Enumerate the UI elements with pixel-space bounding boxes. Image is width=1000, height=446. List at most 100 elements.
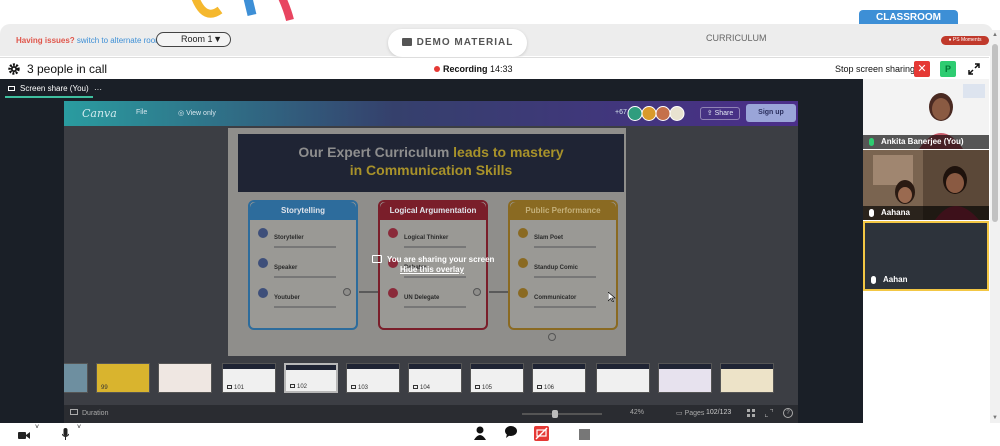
page-scrollbar[interactable]: ▲ ▼	[990, 30, 1000, 423]
issues-notice: Having issues? switch to alternate room	[16, 36, 162, 45]
participant-tile[interactable]: Aahana	[863, 150, 989, 220]
canva-toolbar: Canva File ◎ View only +67 ⇪ Share Sign …	[64, 101, 798, 126]
switch-room-link[interactable]: switch to alternate room	[77, 36, 162, 45]
end-call-square-icon[interactable]	[579, 429, 590, 440]
slide-thumbnail[interactable]: 106	[532, 363, 586, 393]
connector-node	[548, 333, 556, 341]
screen-share-icon	[372, 255, 382, 263]
recording-dot-icon	[434, 66, 440, 72]
stop-screen-share-icon[interactable]	[534, 426, 549, 441]
mic-icon	[869, 138, 874, 146]
slide-thumbnail-selected[interactable]: 102	[284, 363, 338, 393]
scroll-down-arrow-icon[interactable]: ▼	[992, 415, 998, 421]
duration-button[interactable]: Duration	[70, 409, 108, 417]
slide-thumbnail[interactable]	[658, 363, 712, 393]
duration-icon	[70, 409, 78, 415]
scroll-up-arrow-icon[interactable]: ▲	[992, 32, 998, 38]
participant-tile-active-speaker[interactable]: Aahan	[863, 221, 989, 291]
list-item: Speaker	[258, 256, 350, 280]
recording-status: Recording 14:33	[434, 64, 513, 74]
screen-off-icon	[535, 427, 548, 440]
list-item: Slam Poet	[518, 226, 610, 250]
demo-material-button[interactable]: DEMO MATERIAL	[388, 29, 527, 57]
participant-tile[interactable]: Ankita Banerjee (You)	[863, 79, 989, 149]
slide-title-highlight: leads to mastery	[453, 144, 564, 160]
slide-thumbnail[interactable]	[720, 363, 774, 393]
zoom-slider-knob[interactable]	[552, 410, 558, 418]
list-item: Communicator	[518, 286, 610, 310]
slide-canvas: Our Expert Curriculum leads to mastery i…	[228, 128, 626, 356]
ps-moments-label: PS Moments	[952, 37, 982, 43]
stop-sharing-button[interactable]: ✕	[914, 61, 930, 77]
canva-signup-button[interactable]: Sign up	[746, 104, 796, 122]
column-public-performance: Public Performance Slam Poet Standup Com…	[508, 200, 618, 330]
column-head: Logical Argumentation	[380, 202, 486, 220]
participant-name-label: Aahan	[865, 273, 987, 287]
recording-label: Recording	[443, 64, 488, 74]
list-item: Logical Thinker	[388, 226, 480, 250]
room-select[interactable]: Room 1 ▼	[156, 32, 231, 47]
call-bar: 3 people in call Recording 14:33 Stop sc…	[0, 57, 989, 79]
slide-thumbnail[interactable]	[596, 363, 650, 393]
slide-title: Our Expert Curriculum leads to mastery i…	[238, 134, 624, 192]
help-icon[interactable]: ?	[783, 408, 793, 418]
camera-options-chevron-icon[interactable]: ˅	[35, 424, 39, 431]
slide-title-part1: Our Expert Curriculum	[298, 144, 450, 160]
expand-icon[interactable]	[967, 62, 981, 76]
slide-thumbnail[interactable]	[64, 363, 88, 393]
connector-arrow	[489, 291, 508, 293]
top-bar: Having issues? switch to alternate room …	[0, 24, 993, 57]
screen-share-tab-label: Screen share (You)	[20, 84, 89, 93]
ps-moments-badge[interactable]: ● PS Moments	[941, 36, 989, 45]
sharing-overlay: You are sharing your screen Hide this ov…	[372, 249, 522, 289]
stop-sharing-label[interactable]: Stop screen sharing	[835, 64, 915, 74]
slide-thumbnail[interactable]: 101	[222, 363, 276, 393]
canva-logo: Canva	[82, 107, 117, 120]
fullscreen-icon[interactable]	[765, 409, 773, 417]
recording-time: 14:33	[490, 64, 513, 74]
slide-thumbnail[interactable]: 99	[96, 363, 150, 393]
canva-view-only: ◎ View only	[178, 110, 216, 117]
canva-file-menu[interactable]: File	[136, 109, 147, 116]
monitor-icon	[8, 86, 15, 91]
slide-thumbnail[interactable]	[158, 363, 212, 393]
gear-icon[interactable]	[7, 62, 21, 76]
sharing-overlay-message: You are sharing your screen	[372, 255, 494, 264]
pages-button[interactable]: ▭ Pages	[676, 409, 704, 417]
mouse-cursor-icon	[608, 292, 616, 302]
screen-share-tab[interactable]: Screen share (You)	[5, 82, 93, 98]
call-controls: ˅ ˅	[0, 423, 1000, 441]
chat-icon[interactable]	[505, 426, 517, 438]
camera-icon[interactable]	[18, 431, 30, 440]
collaborator-avatars	[627, 106, 685, 121]
room-select-value: Room 1	[181, 34, 213, 44]
mic-icon	[871, 276, 876, 284]
column-head: Storytelling	[250, 202, 356, 220]
zoom-level: 42%	[630, 409, 645, 416]
hide-overlay-link[interactable]: Hide this overlay	[400, 265, 464, 274]
slide-thumbnail[interactable]: 104	[408, 363, 462, 393]
participant-button[interactable]: P	[940, 61, 956, 77]
tab-curriculum[interactable]: CURRICULUM	[706, 33, 767, 43]
folder-icon	[401, 38, 412, 46]
list-item: Standup Comic	[518, 256, 610, 280]
more-options-icon[interactable]: ···	[94, 85, 102, 94]
column-storytelling: Storytelling Storyteller Speaker Youtube…	[248, 200, 358, 330]
demo-material-label: DEMO MATERIAL	[416, 37, 514, 48]
scrollbar-thumb[interactable]	[992, 44, 998, 222]
canva-share-label: Share	[714, 110, 734, 117]
grid-view-icon[interactable]	[747, 409, 755, 417]
canva-view-only-label: View only	[186, 110, 216, 117]
zoom-slider[interactable]	[522, 410, 602, 418]
canva-share-button[interactable]: ⇪ Share	[700, 107, 740, 120]
slide-thumbnail[interactable]: 103	[346, 363, 400, 393]
canva-bottom-bar: Duration 42% ▭ Pages 102/123 ?	[64, 405, 798, 423]
list-item: Storyteller	[258, 226, 350, 250]
list-item: UN Delegate	[388, 286, 480, 310]
slide-thumbnail[interactable]: 105	[470, 363, 524, 393]
mic-options-chevron-icon[interactable]: ˅	[77, 424, 81, 431]
microphone-icon[interactable]	[62, 428, 69, 440]
participants-icon[interactable]	[474, 426, 486, 440]
mic-icon	[869, 209, 874, 217]
collaborators-count: +67	[615, 109, 627, 116]
